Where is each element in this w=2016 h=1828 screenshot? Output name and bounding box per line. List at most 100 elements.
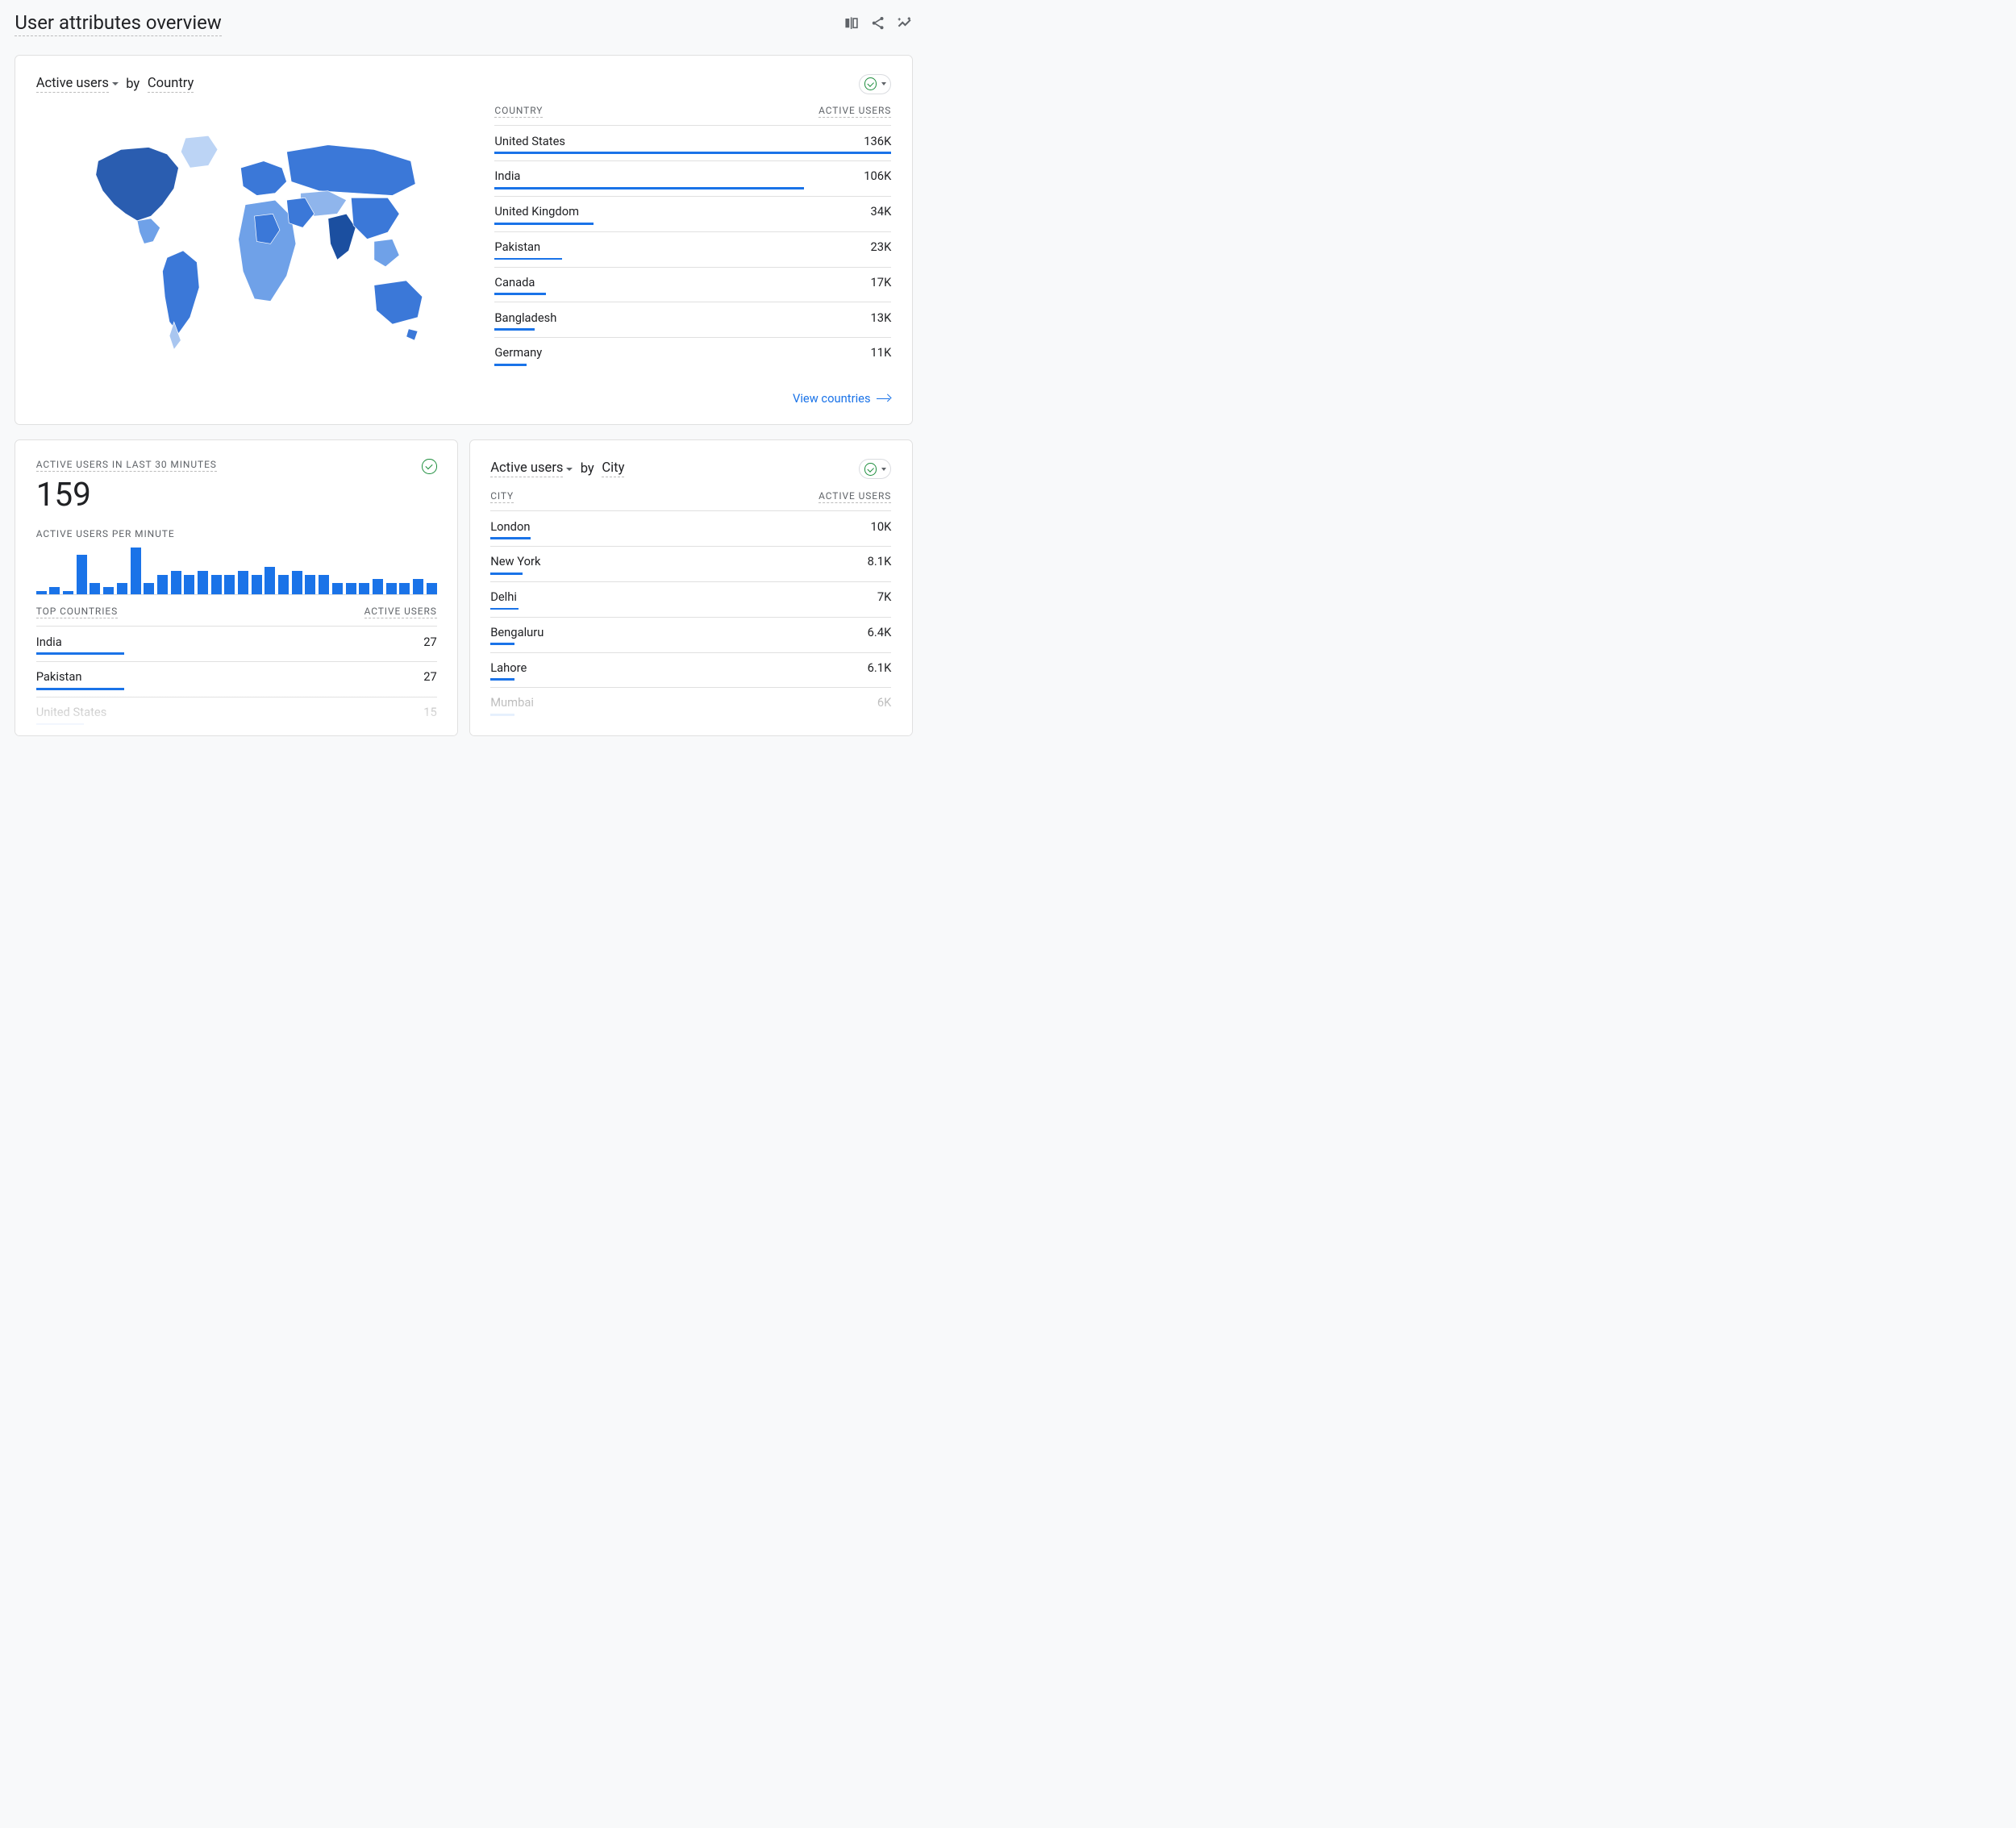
table-row[interactable]: United States 136K [494,125,891,160]
country-card-title[interactable]: Active users by Country [36,76,194,93]
table-row[interactable]: New York8.1K [490,546,891,581]
row-value: 7K [877,589,892,604]
row-value: 17K [871,275,892,289]
row-value: 10K [871,519,892,534]
row-name: United States [36,705,107,719]
bar [49,587,60,595]
row-name: Pakistan [494,239,540,254]
bar [427,583,437,595]
country-card: Active users by Country [15,55,912,425]
row-value: 27 [423,635,437,649]
bar [413,579,423,595]
table-row[interactable]: India 106K [494,160,891,196]
bar [305,575,315,594]
table-row[interactable]: Mumbai 6K [490,687,891,722]
bar [63,591,73,595]
bar [77,555,87,594]
bar [184,575,194,594]
table-row[interactable]: Lahore 6.1K [490,652,891,688]
per-minute-bar-chart [36,548,437,596]
table-row[interactable]: Germany 11K [494,337,891,373]
status-pill[interactable] [859,459,891,479]
check-circle-icon [864,463,877,476]
row-name: Mumbai [490,695,534,710]
row-value: 34K [871,204,892,219]
compare-icon[interactable] [843,15,859,32]
row-name: Bengaluru [490,625,544,639]
row-name: Delhi [490,589,517,604]
bar [346,583,356,595]
city-metric-label: Active users [490,460,563,476]
table-row[interactable]: United States 15 [36,697,437,732]
row-value: 13K [871,310,892,325]
table-row[interactable]: London 10K [490,510,891,546]
row-value: 8.1K [868,554,892,568]
row-name: London [490,519,530,534]
bar [103,587,114,595]
country-col-header: COUNTRY [494,105,543,118]
row-name: United Kingdom [494,204,579,219]
world-map[interactable] [36,105,473,373]
row-name: United States [494,134,565,148]
country-metric-label: Active users [36,76,109,91]
table-row[interactable]: Delhi 7K [490,581,891,617]
table-row[interactable]: Pakistan27 [36,661,437,697]
view-countries-label: View countries [793,391,871,406]
city-metric-header: ACTIVE USERS [818,490,891,503]
city-dimension-label: City [602,460,624,476]
bar [359,583,369,595]
share-icon[interactable] [870,15,885,32]
row-value: 6.4K [868,625,892,639]
country-dimension-label: Country [148,76,194,91]
row-value: 136K [864,134,891,148]
check-circle-icon [422,459,436,473]
table-row[interactable]: Canada 17K [494,267,891,302]
bar [399,583,410,595]
bar [157,575,168,594]
row-name: India [494,169,520,183]
chevron-down-icon [881,468,886,471]
chevron-down-icon [566,468,573,471]
row-name: Canada [494,275,535,289]
table-row[interactable]: India 27 [36,626,437,661]
bar [171,571,181,594]
bar [144,583,154,595]
view-countries-link[interactable]: View countries [36,391,892,406]
realtime-col-header: TOP COUNTRIES [36,606,118,618]
row-value: 6.1K [868,660,892,675]
bar [36,591,47,595]
row-value: 6K [877,695,892,710]
bar [198,571,208,594]
row-value: 106K [864,169,891,183]
table-row[interactable]: Bangladesh 13K [494,302,891,337]
row-value: 11K [871,345,892,360]
realtime-permin-label: ACTIVE USERS PER MINUTE [36,528,175,540]
city-card-title[interactable]: Active users by City [490,460,624,477]
bar [117,583,127,595]
table-row[interactable]: United Kingdom 34K [494,196,891,231]
row-value: 27 [423,669,437,684]
row-value: 15 [423,705,437,719]
country-metric-header: ACTIVE USERS [818,105,891,118]
status-pill[interactable] [859,74,891,94]
chevron-down-icon [881,82,886,85]
row-name: Bangladesh [494,310,556,325]
insights-icon[interactable] [897,15,912,32]
bar [292,571,302,594]
bar [278,575,289,594]
arrow-right-icon [877,394,891,402]
bar [319,575,329,594]
bar [224,575,235,594]
row-name: India [36,635,62,649]
country-table: COUNTRY ACTIVE USERS United States 136K In… [494,105,891,373]
city-card: Active users by City CITY ACTIVE USERS L… [469,439,913,736]
table-row[interactable]: Pakistan23K [494,231,891,267]
row-name: Germany [494,345,542,360]
realtime-card: ACTIVE USERS IN LAST 30 MINUTES 159 ACTI… [15,439,458,736]
bar [211,575,222,594]
bar [90,583,100,595]
realtime-30min-value: 159 [36,475,217,514]
page-title: User attributes overview [15,11,221,36]
table-row[interactable]: Bengaluru 6.4K [490,617,891,652]
row-name: Lahore [490,660,527,675]
